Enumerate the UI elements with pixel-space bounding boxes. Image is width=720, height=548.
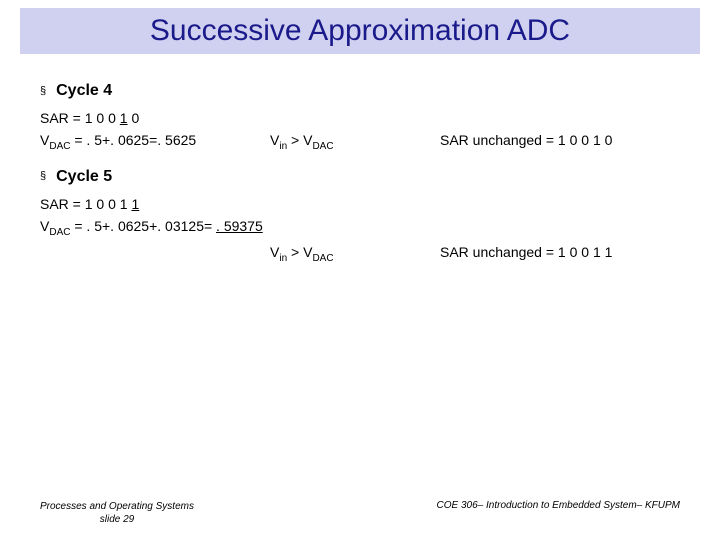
cycle4-sar-suffix: 0 bbox=[128, 110, 140, 126]
cycle5-compare: Vin > VDAC bbox=[270, 244, 440, 264]
slide-title: Successive Approximation ADC bbox=[20, 14, 700, 48]
footer-left-line2: slide 29 bbox=[40, 513, 194, 526]
footer-left: Processes and Operating Systems slide 29 bbox=[40, 500, 194, 526]
bullet-icon: § bbox=[40, 171, 46, 182]
footer-right: COE 306– Introduction to Embedded System… bbox=[437, 500, 680, 526]
cycle5-sar-prefix: SAR = 1 0 0 1 bbox=[40, 196, 131, 212]
cycle4-vdac-row: VDAC = . 5+. 0625=. 5625 Vin > VDAC SAR … bbox=[40, 132, 680, 152]
cycle5-unchanged: SAR unchanged = 1 0 0 1 1 bbox=[440, 244, 680, 264]
slide-content: § Cycle 4 SAR = 1 0 0 1 0 VDAC = . 5+. 0… bbox=[0, 54, 720, 263]
cycle5-vdac-line: VDAC = . 5+. 0625+. 03125= . 59375 bbox=[40, 218, 680, 238]
cycle4-sar-line: SAR = 1 0 0 1 0 bbox=[40, 110, 680, 126]
cycle4-vdac-eq: VDAC = . 5+. 0625=. 5625 bbox=[40, 132, 270, 152]
cycle4-sar-prefix: SAR = 1 0 0 bbox=[40, 110, 120, 126]
title-banner: Successive Approximation ADC bbox=[20, 8, 700, 54]
cycle5-heading-row: § Cycle 5 bbox=[40, 168, 680, 186]
cycle4-unchanged: SAR unchanged = 1 0 0 1 0 bbox=[440, 132, 680, 152]
slide-footer: Processes and Operating Systems slide 29… bbox=[0, 500, 720, 526]
bullet-icon: § bbox=[40, 86, 46, 97]
cycle4-sar-underlined: 1 bbox=[120, 110, 128, 126]
cycle4-heading: Cycle 4 bbox=[56, 82, 112, 100]
cycle5-sar-line: SAR = 1 0 0 1 1 bbox=[40, 196, 680, 212]
cycle5-sar-underlined: 1 bbox=[131, 196, 139, 212]
cycle5-vdac-result: . 59375 bbox=[216, 218, 263, 234]
cycle4-heading-row: § Cycle 4 bbox=[40, 82, 680, 100]
cycle4-compare: Vin > VDAC bbox=[270, 132, 440, 152]
footer-left-line1: Processes and Operating Systems bbox=[40, 500, 194, 513]
cycle5-compare-row: Vin > VDAC SAR unchanged = 1 0 0 1 1 bbox=[40, 244, 680, 264]
cycle5-heading: Cycle 5 bbox=[56, 168, 112, 186]
